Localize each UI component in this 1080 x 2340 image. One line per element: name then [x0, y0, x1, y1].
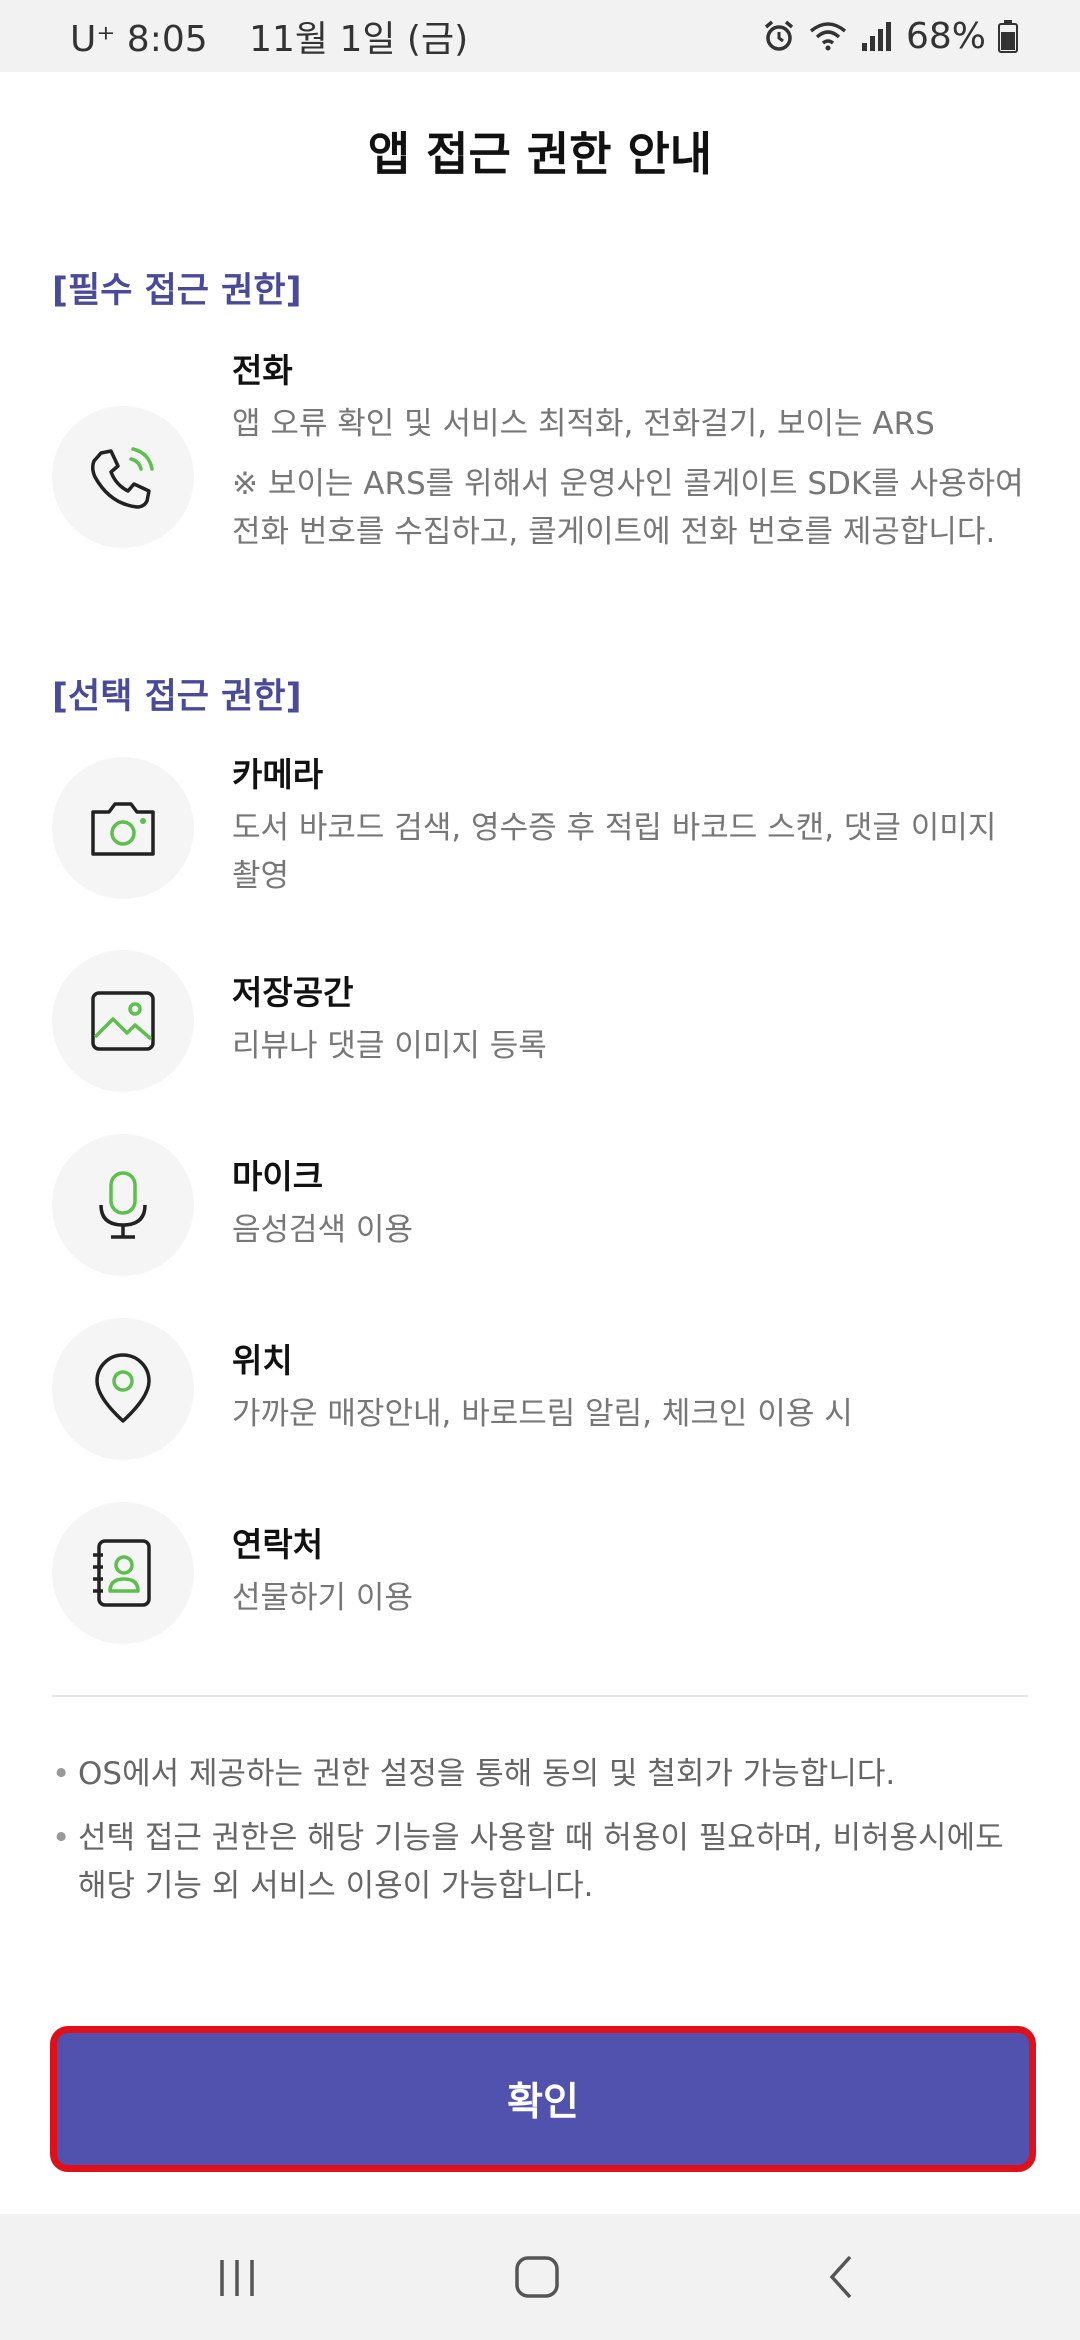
permission-name: 저장공간: [232, 973, 354, 1012]
image-icon-circle: [52, 950, 194, 1092]
back-icon[interactable]: [818, 2252, 868, 2302]
confirm-button[interactable]: 확인: [64, 2040, 1022, 2158]
microphone-icon: [99, 1171, 147, 1239]
recent-apps-icon[interactable]: [212, 2252, 262, 2302]
status-bar: U⁺ 8:05 11월 1일 (금) 68%: [0, 0, 1080, 72]
permission-desc: 앱 오류 확인 및 서비스 최적화, 전화걸기, 보이는 ARS: [232, 406, 935, 442]
note-item: • 선택 접근 권한은 해당 기능을 사용할 때 허용이 필요하며, 비허용시에…: [52, 1814, 1032, 1910]
permission-name: 연락처: [232, 1525, 324, 1564]
status-date: 11월 1일 (금): [249, 19, 469, 60]
camera-icon-circle: [52, 757, 194, 899]
bullet: •: [52, 1820, 71, 1856]
status-right: 68%: [762, 16, 1018, 57]
permission-desc: 도서 바코드 검색, 영수증 후 적립 바코드 스캔, 댓글 이미지 촬영: [232, 810, 997, 894]
battery-icon: [998, 20, 1018, 53]
permission-name: 전화: [232, 351, 293, 390]
status-left: U⁺ 8:05 11월 1일 (금): [70, 10, 498, 62]
note-item: • OS에서 제공하는 권한 설정을 통해 동의 및 철회가 가능합니다.: [52, 1750, 1032, 1798]
permission-desc: 음성검색 이용: [232, 1212, 413, 1248]
battery-percent: 68%: [905, 15, 986, 57]
contacts-icon-circle: [52, 1502, 194, 1644]
confirm-highlight-frame: 확인: [50, 2026, 1036, 2172]
phone-icon-circle: [52, 406, 194, 548]
permission-desc: 선물하기 이용: [232, 1580, 413, 1616]
permission-note: ※ 보이는 ARS를 위해서 운영사인 콜게이트 SDK를 사용하여 전화 번호…: [232, 466, 1024, 550]
permission-name: 위치: [232, 1341, 293, 1380]
location-icon-circle: [52, 1318, 194, 1460]
carrier-time: U⁺ 8:05: [70, 19, 208, 60]
bullet: •: [52, 1756, 71, 1792]
phone-icon: [90, 447, 154, 509]
required-section-label: [필수 접근 권한]: [52, 271, 302, 311]
alarm-icon: [764, 20, 794, 51]
page-title: 앱 접근 권한 안내: [367, 127, 713, 181]
permission-name: 카메라: [232, 755, 324, 794]
home-icon[interactable]: [512, 2252, 562, 2302]
wifi-icon: [809, 22, 847, 51]
system-nav-bar: [0, 2214, 1080, 2340]
note-text: 선택 접근 권한은 해당 기능을 사용할 때 허용이 필요하며, 비허용시에도 …: [78, 1820, 1004, 1904]
signal-icon: [861, 22, 891, 51]
permission-name: 마이크: [232, 1157, 324, 1196]
permission-desc: 리뷰나 댓글 이미지 등록: [232, 1028, 547, 1064]
permission-desc: 가까운 매장안내, 바로드림 알림, 체크인 이용 시: [232, 1396, 853, 1432]
location-icon: [95, 1353, 151, 1423]
microphone-icon-circle: [52, 1134, 194, 1276]
contacts-icon: [93, 1539, 151, 1607]
divider: [52, 1695, 1028, 1697]
camera-icon: [91, 802, 155, 856]
optional-section-label: [선택 접근 권한]: [52, 677, 302, 717]
image-icon: [91, 991, 155, 1051]
note-text: OS에서 제공하는 권한 설정을 통해 동의 및 철회가 가능합니다.: [78, 1756, 896, 1792]
